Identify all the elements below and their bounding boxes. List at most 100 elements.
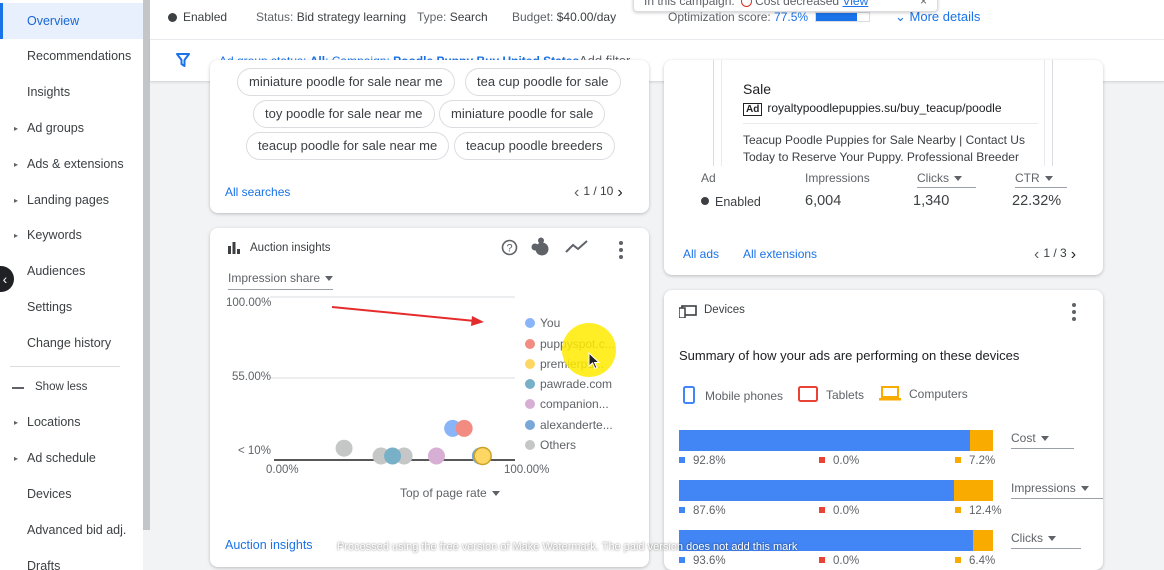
sidebar-item-label: Overview bbox=[27, 14, 80, 28]
sidebar-item[interactable]: Audiences bbox=[0, 253, 143, 289]
legend-item[interactable]: pawrade.com bbox=[525, 377, 612, 391]
search-term-chip[interactable]: miniature poodle for sale near me bbox=[237, 68, 455, 96]
sidebar-item[interactable]: Insights bbox=[0, 74, 143, 110]
sidebar-item[interactable]: Advanced bid adj. bbox=[0, 512, 143, 548]
bar-value-mobile: 93.6% bbox=[679, 555, 726, 567]
legend-mobile[interactable]: Mobile phones bbox=[683, 386, 783, 404]
caret-right-icon: ▸ bbox=[14, 123, 19, 133]
searches-card: miniature poodle for sale near me tea cu… bbox=[210, 60, 649, 213]
sidebar-item-label: Locations bbox=[27, 415, 81, 429]
sidebar-item[interactable]: ▸ Keywords bbox=[0, 217, 143, 253]
mobile-phone-icon bbox=[683, 386, 695, 404]
legend-square-icon bbox=[955, 507, 961, 513]
campaign-enabled-status[interactable]: Enabled bbox=[183, 10, 227, 24]
computer-icon bbox=[879, 386, 901, 401]
sidebar-item[interactable]: ▸ Ad schedule bbox=[0, 440, 143, 476]
nav-divider bbox=[10, 366, 120, 367]
clicks-value: 1,340 bbox=[913, 193, 950, 209]
chevron-right-icon[interactable]: › bbox=[1071, 246, 1076, 263]
annotation-arrow bbox=[331, 306, 476, 322]
legend-item[interactable]: You bbox=[525, 316, 560, 330]
device-bar[interactable] bbox=[679, 430, 993, 451]
view-link[interactable]: View bbox=[842, 0, 868, 8]
search-term-chip[interactable]: miniature poodle for sale bbox=[439, 100, 606, 128]
warning-icon bbox=[741, 0, 753, 8]
tablet-icon bbox=[798, 386, 818, 402]
metric-dropdown[interactable]: Cost bbox=[1011, 431, 1074, 449]
x-tick-label: 0.00% bbox=[266, 464, 299, 476]
legend-computers[interactable]: Computers bbox=[879, 386, 968, 401]
mouse-pointer-icon bbox=[588, 352, 601, 370]
legend-dot-icon bbox=[525, 339, 535, 349]
more-options-icon[interactable] bbox=[1072, 303, 1076, 324]
metric-dropdown[interactable]: Clicks bbox=[1011, 531, 1081, 549]
sidebar-item-label: Recommendations bbox=[27, 49, 132, 63]
bar-value-mobile: 92.8% bbox=[679, 455, 726, 467]
watermark-text: Processed using the free version of Make… bbox=[337, 541, 798, 553]
device-bar[interactable] bbox=[679, 480, 993, 501]
ad-status: Enabled bbox=[701, 195, 761, 209]
sidebar-item-label: Settings bbox=[27, 300, 73, 314]
search-term-chip[interactable]: toy poodle for sale near me bbox=[253, 100, 435, 128]
bar-segment-mobile bbox=[679, 480, 955, 501]
caret-right-icon: ▸ bbox=[14, 159, 19, 169]
sidebar-item[interactable]: Overview bbox=[0, 3, 143, 39]
sidebar-scrollbar[interactable] bbox=[143, 0, 150, 530]
sidebar-item-label: Insights bbox=[27, 85, 71, 99]
legend-dot-icon bbox=[525, 359, 535, 369]
clicks-header[interactable]: Clicks bbox=[917, 171, 976, 188]
scatter-point[interactable] bbox=[384, 447, 402, 465]
filter-icon[interactable] bbox=[176, 53, 190, 67]
all-ads-link[interactable]: All ads bbox=[683, 247, 719, 261]
all-searches-link[interactable]: All searches bbox=[225, 185, 290, 199]
chevron-left-icon[interactable]: ‹ bbox=[574, 184, 579, 201]
optimization-score[interactable]: Optimization score: 77.5% bbox=[668, 10, 808, 24]
bar-value-tablet: 0.0% bbox=[819, 455, 859, 467]
auction-insights-link[interactable]: Auction insights bbox=[225, 538, 313, 552]
sidebar-item[interactable]: Drafts bbox=[0, 548, 143, 570]
x-axis-dropdown[interactable]: Top of page rate bbox=[400, 486, 500, 500]
legend-square-icon bbox=[819, 457, 825, 463]
sidebar-item[interactable]: Settings bbox=[0, 289, 143, 325]
legend-tablets[interactable]: Tablets bbox=[798, 386, 864, 402]
sidebar-item-label: Devices bbox=[27, 487, 72, 501]
sidebar-item[interactable]: Change history bbox=[0, 325, 143, 361]
campaign-budget[interactable]: Budget: $40.00/day bbox=[512, 10, 616, 24]
minus-icon bbox=[12, 387, 24, 389]
devices-summary: Summary of how your ads are performing o… bbox=[679, 348, 1020, 363]
sidebar-item[interactable]: ▸ Locations bbox=[0, 404, 143, 440]
sidebar-item[interactable]: ▸ Landing pages bbox=[0, 182, 143, 218]
bar-value-computer: 12.4% bbox=[955, 505, 1002, 517]
x-tick-label: 100.00% bbox=[504, 464, 550, 476]
sidebar-item[interactable]: Devices bbox=[0, 476, 143, 512]
scatter-point[interactable] bbox=[473, 446, 492, 466]
show-less-toggle[interactable]: Show less bbox=[0, 376, 143, 400]
bar-segment-computer bbox=[954, 480, 993, 501]
bar-segment-computer bbox=[972, 530, 993, 551]
search-term-chip[interactable]: teacup poodle for sale near me bbox=[246, 132, 450, 160]
bar-value-computer: 7.2% bbox=[955, 455, 995, 467]
search-term-chip[interactable]: tea cup poodle for sale bbox=[465, 68, 621, 96]
caret-right-icon: ▸ bbox=[14, 230, 19, 240]
metric-dropdown[interactable]: Impressions bbox=[1011, 481, 1103, 499]
sidebar-item-label: Drafts bbox=[27, 559, 61, 570]
sidebar-item[interactable]: ▸ Ad groups bbox=[0, 110, 143, 146]
sidebar-item[interactable]: ▸ Ads & extensions bbox=[0, 146, 143, 182]
ctr-header[interactable]: CTR bbox=[1015, 171, 1067, 188]
scatter-point[interactable] bbox=[335, 439, 353, 457]
caret-right-icon: ▸ bbox=[14, 417, 19, 427]
sidebar-item[interactable]: Recommendations bbox=[0, 38, 143, 74]
legend-item[interactable]: companion... bbox=[525, 397, 609, 411]
chevron-left-icon[interactable]: ‹ bbox=[1034, 246, 1039, 263]
chevron-right-icon[interactable]: › bbox=[617, 184, 622, 201]
campaign-notification: In this campaign: Cost decreased View × bbox=[633, 0, 938, 12]
scatter-point[interactable] bbox=[427, 447, 445, 465]
legend-item[interactable]: alexanderte... bbox=[525, 418, 613, 432]
bar-value-mobile: 87.6% bbox=[679, 505, 726, 517]
legend-item[interactable]: Others bbox=[525, 438, 576, 452]
scatter-point[interactable] bbox=[455, 419, 473, 437]
close-icon[interactable]: × bbox=[920, 0, 927, 9]
all-extensions-link[interactable]: All extensions bbox=[743, 247, 817, 261]
legend-square-icon bbox=[955, 557, 961, 563]
search-term-chip[interactable]: teacup poodle breeders bbox=[454, 132, 615, 160]
